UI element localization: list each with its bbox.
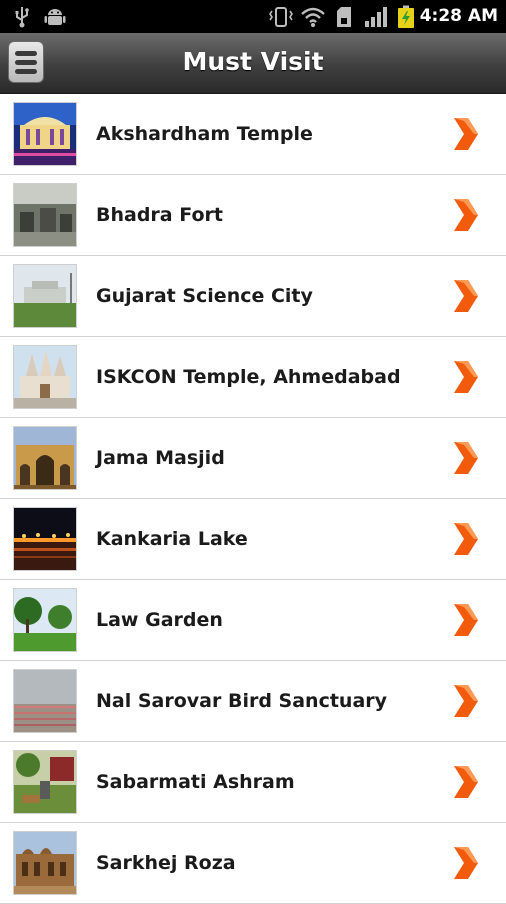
list-item[interactable]: Jama Masjid [0,418,506,499]
status-time: 4:28 AM [419,6,498,26]
list-item[interactable]: Kankaria Lake [0,499,506,580]
list-item-label: Sabarmati Ashram [96,771,295,793]
battery-icon [397,0,415,33]
science-city-photo [13,264,77,328]
android-icon [44,0,66,33]
vibrate-icon [268,0,294,33]
list-item-label: Nal Sarovar Bird Sanctuary [96,690,388,712]
chevron-right-icon [454,442,478,474]
chevron-right-icon [454,847,478,879]
chevron-right-icon [454,118,478,150]
chevron-right-icon [454,280,478,312]
temple-night-photo [13,102,77,166]
list-item-label: Kankaria Lake [96,528,248,550]
garden-photo [13,588,77,652]
sarkhej-roza-photo [13,831,77,895]
list-item-label: Sarkhej Roza [96,852,236,874]
list-item[interactable]: Bhadra Fort [0,175,506,256]
list-item-label: Gujarat Science City [96,285,313,307]
signal-icon [364,0,388,33]
lake-night-photo [13,507,77,571]
list-item[interactable]: Sarkhej Roza [0,823,506,904]
list-item-label: Akshardham Temple [96,123,313,145]
chevron-right-icon [454,199,478,231]
page-title: Must Visit [182,47,324,76]
list-item-label: ISKCON Temple, Ahmedabad [96,366,401,388]
list-item[interactable]: Akshardham Temple [0,94,506,175]
list-item-label: Jama Masjid [96,447,225,469]
chevron-right-icon [454,361,478,393]
list-item[interactable]: ISKCON Temple, Ahmedabad [0,337,506,418]
status-bar: 4:28 AM [0,0,506,33]
list-item-label: Bhadra Fort [96,204,223,226]
list-item[interactable]: Nal Sarovar Bird Sanctuary [0,661,506,742]
ashram-photo [13,750,77,814]
list-item-label: Law Garden [96,609,223,631]
bird-sanctuary-photo [13,669,77,733]
usb-icon [14,0,30,33]
places-list: Akshardham Temple Bhadra Fort Gujarat Sc… [0,94,506,904]
chevron-right-icon [454,604,478,636]
chevron-right-icon [454,766,478,798]
list-item[interactable]: Law Garden [0,580,506,661]
chevron-right-icon [454,523,478,555]
chevron-right-icon [454,685,478,717]
sd-card-icon [336,0,352,33]
mosque-photo [13,426,77,490]
iskcon-temple-photo [13,345,77,409]
header-bar: Must Visit [0,33,506,94]
wifi-icon [300,0,326,33]
list-item[interactable]: Gujarat Science City [0,256,506,337]
list-item[interactable]: Sabarmati Ashram [0,742,506,823]
fort-photo [13,183,77,247]
